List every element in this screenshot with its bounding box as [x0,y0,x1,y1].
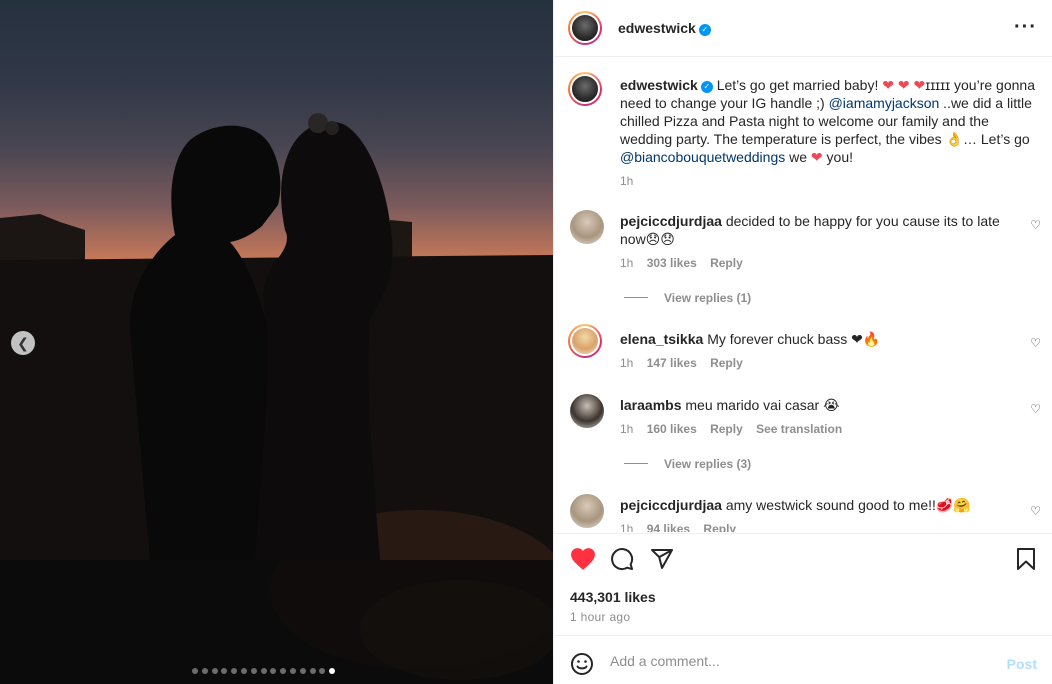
carousel-dot [270,668,277,674]
divider-line [624,297,648,298]
caption-text: you! [826,149,854,165]
post-actions: 443,301 likes 1 hour ago [554,533,1052,635]
see-translation-button[interactable]: See translation [756,422,842,436]
commenter-avatar[interactable] [570,210,604,244]
comment-text: My forever chuck bass ❤🔥 [707,331,881,347]
comment-time[interactable]: 1h [620,522,633,532]
comment-time[interactable]: 1h [620,256,633,270]
heart-emoji: ❤ [810,149,823,165]
divider-line [624,463,648,464]
commenter-username[interactable]: laraambs [620,397,681,413]
hearts-emoji: ❤ ❤ ❤ [882,77,926,93]
carousel-dot [319,668,326,674]
comment-like-heart-icon[interactable]: ♡ [1030,336,1041,350]
carousel-dot [280,668,287,674]
commenter-avatar[interactable] [568,324,602,358]
instagram-post-view: ❮ edwestwick ✓ ··· edwestwick ✓ Let’s go g… [0,0,1052,684]
caption-time[interactable]: 1h [620,172,1040,190]
commenter-avatar[interactable] [570,394,604,428]
heart-filled-icon[interactable] [570,547,596,574]
commenter-avatar[interactable] [570,494,604,528]
reply-button[interactable]: Reply [710,422,743,436]
comment-icon[interactable] [610,547,634,574]
emoji-icon[interactable] [570,652,594,679]
add-comment-bar: Post [554,635,1052,684]
verified-badge-icon: ✓ [698,24,711,36]
comment-text: amy westwick sound good to me!!🥩🤗 [725,497,971,513]
carousel-dot [309,668,316,674]
reply-button[interactable]: Reply [710,256,743,270]
carousel-dot [329,668,336,674]
view-replies-label: View replies (1) [664,291,752,305]
post-caption: edwestwick ✓ Let’s go get married baby! ❤… [620,76,1040,190]
reply-button[interactable]: Reply [710,356,743,370]
bookmark-icon[interactable] [1015,547,1037,574]
view-replies-label: View replies (3) [664,457,752,471]
reply-button[interactable]: Reply [703,522,736,532]
chevron-left-icon: ❮ [17,334,29,351]
mention-link[interactable]: @iamamyjackson [829,95,940,111]
comment-input[interactable] [610,648,1000,674]
view-replies-button[interactable]: View replies (3) [624,457,751,471]
carousel-dots [192,668,336,674]
more-options-icon[interactable]: ··· [1014,16,1037,39]
post-panel: edwestwick ✓ ··· edwestwick ✓ Let’s go get… [553,0,1052,684]
carousel-dot [289,668,296,674]
comments-scroll-area[interactable]: edwestwick ✓ Let’s go get married baby! ❤… [554,58,1052,532]
carousel-prev-button[interactable]: ❮ [11,331,35,355]
caption-text: Let’s go get married baby! [716,77,879,93]
send-icon[interactable] [650,547,674,574]
comment-time[interactable]: 1h [620,422,633,436]
post-header: edwestwick ✓ ··· [554,0,1052,57]
comment-likes[interactable]: 160 likes [647,422,697,436]
comment-text: meu marido vai casar 😭 [685,397,840,413]
comment-like-heart-icon[interactable]: ♡ [1030,504,1041,518]
caption-text: we [789,149,808,165]
comment-likes[interactable]: 303 likes [647,256,697,270]
comment-like-heart-icon[interactable]: ♡ [1030,218,1041,232]
carousel-dot [192,668,198,674]
author-username[interactable]: edwestwick [618,20,696,36]
verified-badge-icon: ✓ [700,81,713,93]
mention-link[interactable]: @biancobouquetweddings [620,149,785,165]
carousel-dot [211,668,218,674]
comment-likes[interactable]: 94 likes [647,522,690,532]
carousel-dot [250,668,257,674]
silhouette-image [0,113,553,684]
comment-time[interactable]: 1h [620,356,633,370]
commenter-username[interactable]: pejciccdjurdjaa [620,497,722,513]
author-avatar[interactable] [568,11,602,45]
carousel-dot [240,668,247,674]
post-photo[interactable]: ❮ [0,0,553,684]
post-comment-button[interactable]: Post [1007,656,1037,672]
carousel-dot [231,668,238,674]
comment-like-heart-icon[interactable]: ♡ [1030,402,1041,416]
post-timestamp[interactable]: 1 hour ago [570,610,630,624]
caption-author-username[interactable]: edwestwick [620,77,698,93]
likes-count[interactable]: 443,301 likes [570,589,656,605]
carousel-dot [299,668,306,674]
comment-likes[interactable]: 147 likes [647,356,697,370]
view-replies-button[interactable]: View replies (1) [624,291,751,305]
commenter-username[interactable]: pejciccdjurdjaa [620,213,722,229]
carousel-dot [221,668,228,674]
commenter-username[interactable]: elena_tsikka [620,331,703,347]
caption-author-avatar[interactable] [568,72,602,106]
caption-text: Let’s go [980,131,1030,147]
carousel-dot [260,668,267,674]
carousel-dot [201,668,208,674]
